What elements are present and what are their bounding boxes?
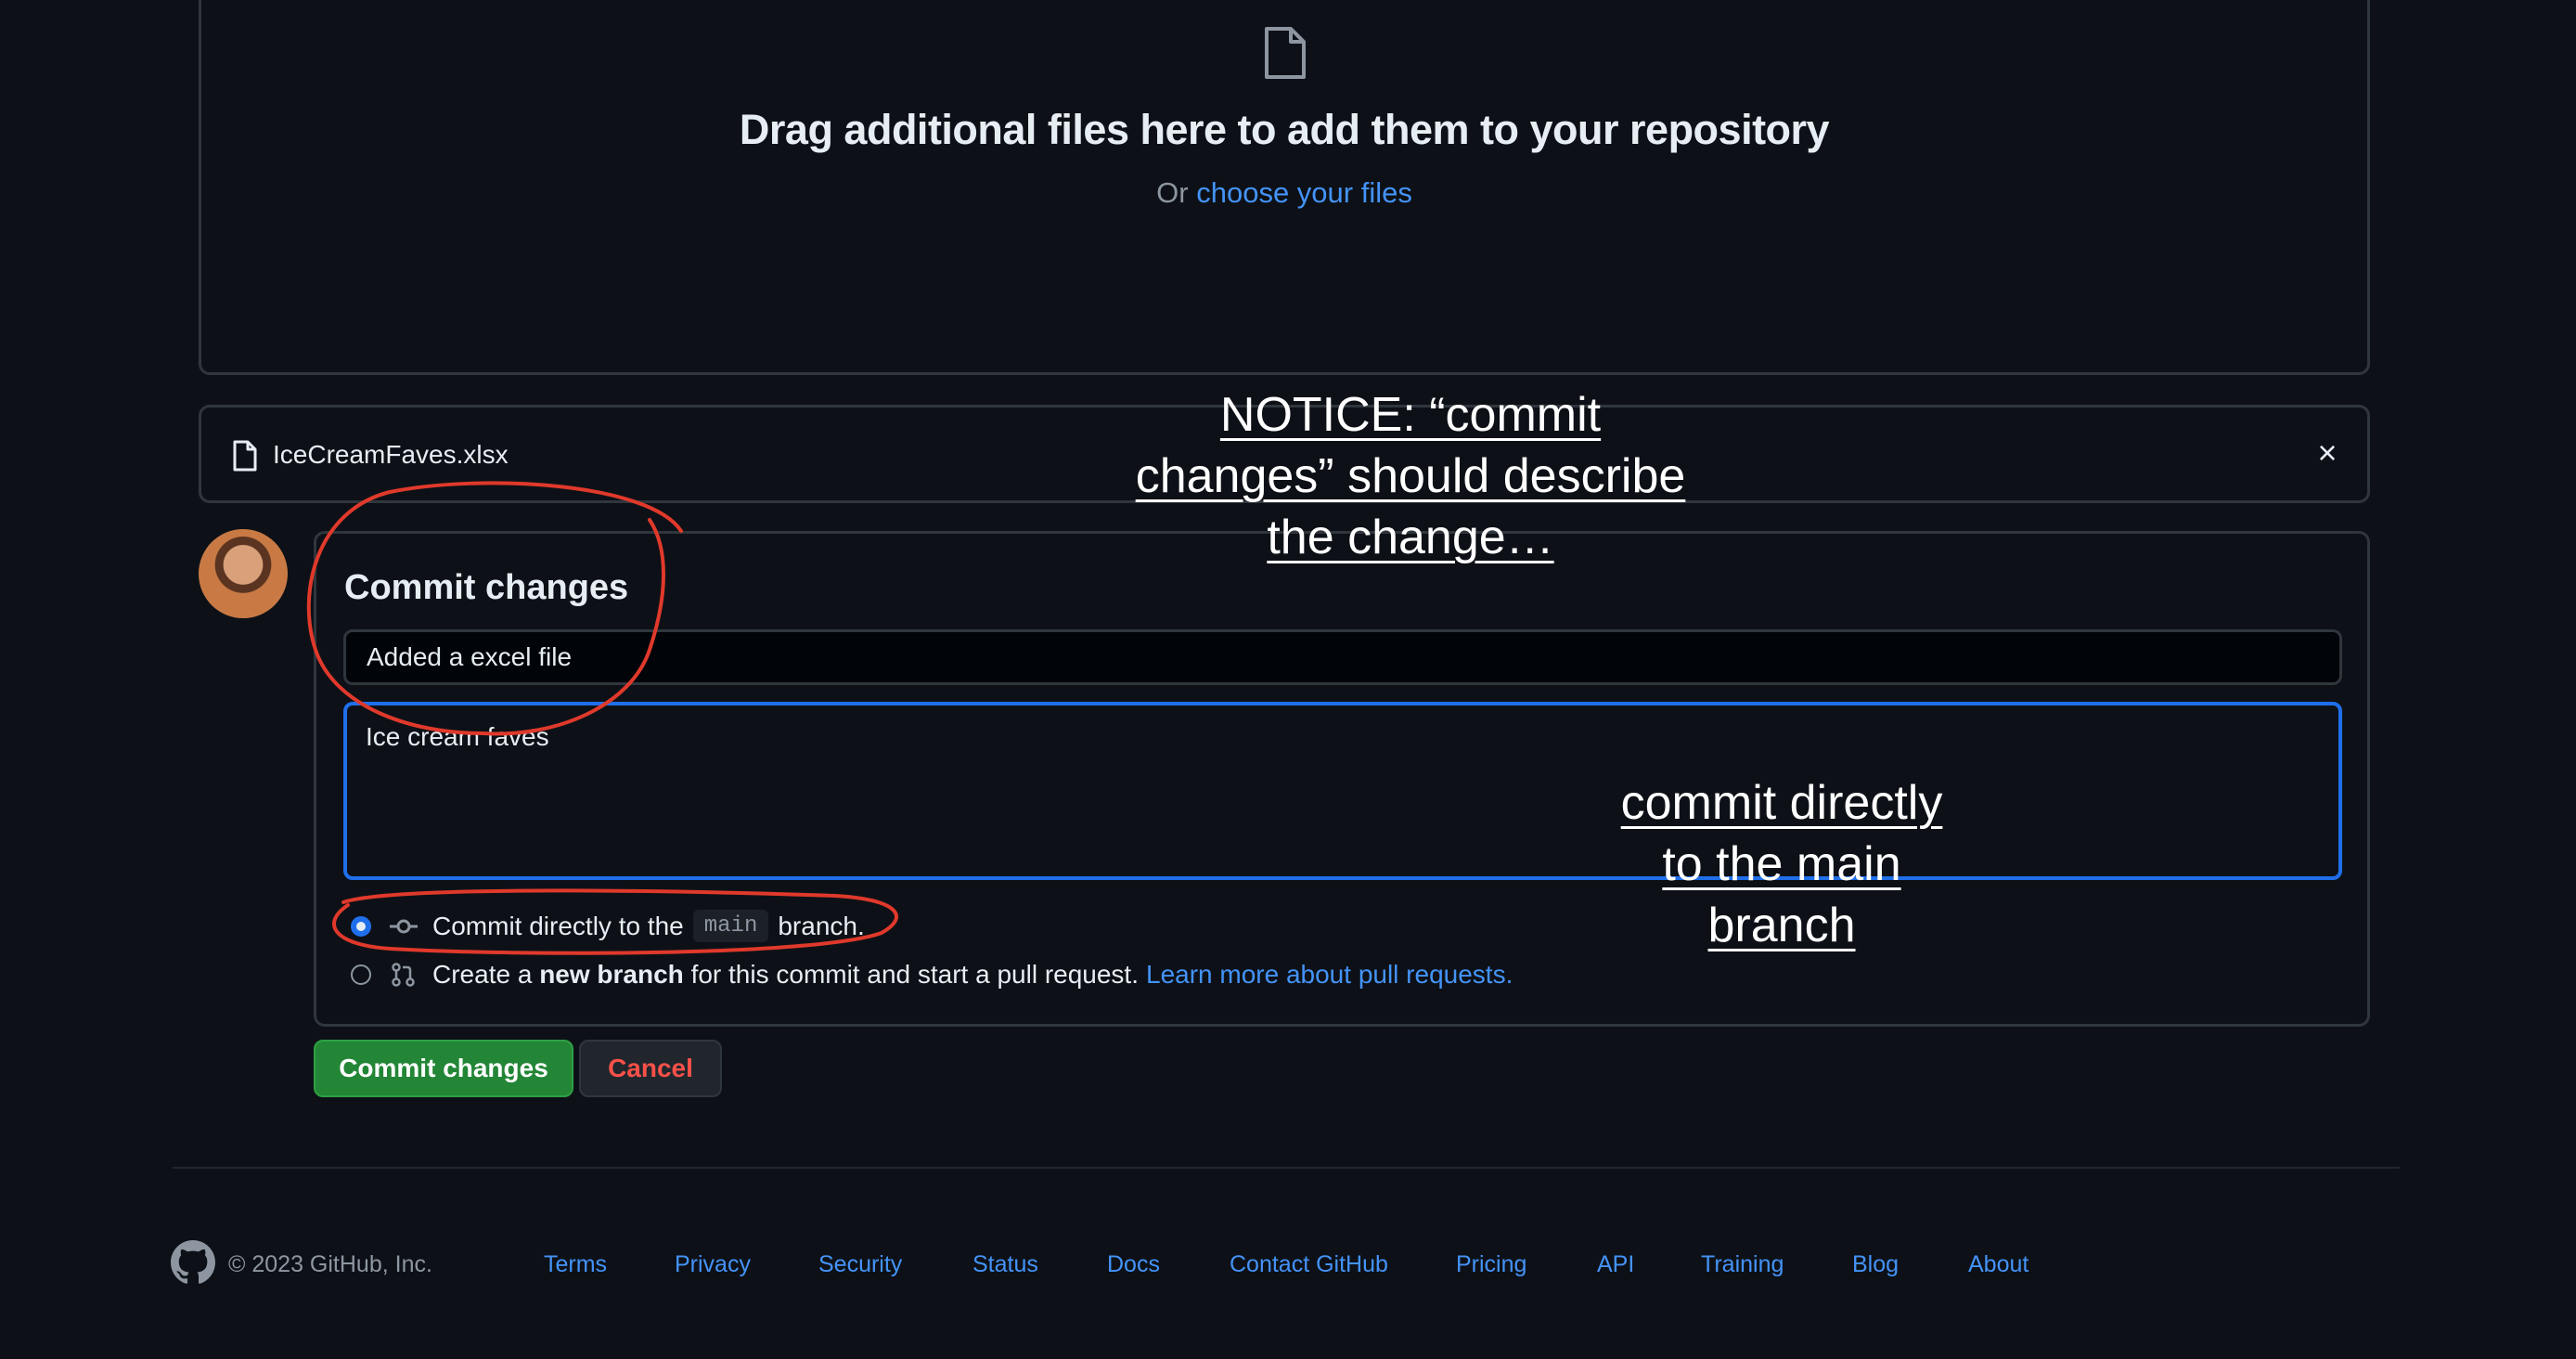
- commit-direct-label-prefix: Commit directly to the: [432, 911, 684, 940]
- commit-direct-radio[interactable]: [351, 915, 371, 937]
- footer-link-api[interactable]: API: [1597, 1251, 1634, 1278]
- footer-link-training[interactable]: Training: [1701, 1251, 1784, 1278]
- footer-link-status[interactable]: Status: [972, 1251, 1038, 1278]
- new-branch-label-suffix: for this commit and start a pull request…: [690, 960, 1139, 989]
- git-commit-icon: [390, 919, 418, 933]
- commit-direct-label-suffix: branch.: [778, 911, 865, 940]
- footer-copyright: © 2023 GitHub, Inc.: [228, 1251, 432, 1277]
- file-icon: [233, 440, 257, 472]
- avatar: [199, 529, 288, 618]
- github-logo-icon[interactable]: [171, 1240, 215, 1285]
- learn-more-pull-requests-link[interactable]: Learn more about pull requests.: [1146, 960, 1513, 990]
- uploaded-file-name: IceCreamFaves.xlsx: [273, 440, 509, 469]
- annotation-note-line: changes” should describe: [1135, 449, 1686, 503]
- footer-link-contact-github[interactable]: Contact GitHub: [1230, 1251, 1388, 1278]
- footer-divider: [173, 1167, 2400, 1169]
- new-branch-option[interactable]: Create a new branch for this commit and …: [351, 960, 1513, 990]
- footer-link-pricing[interactable]: Pricing: [1456, 1251, 1526, 1278]
- choose-files-link[interactable]: choose your files: [1196, 176, 1412, 209]
- cancel-button[interactable]: Cancel: [579, 1040, 722, 1097]
- commit-direct-option[interactable]: Commit directly to the main branch.: [351, 910, 865, 942]
- drop-zone-title: Drag additional files here to add them t…: [739, 106, 1830, 153]
- footer-link-blog[interactable]: Blog: [1852, 1251, 1899, 1278]
- annotation-note-commit-directly: commit directly to the main branch: [1559, 772, 2004, 956]
- new-branch-radio[interactable]: [351, 964, 371, 985]
- commit-changes-button[interactable]: Commit changes: [314, 1040, 573, 1097]
- new-branch-label-bold: new branch: [539, 960, 684, 989]
- commit-changes-heading: Commit changes: [344, 568, 629, 607]
- footer-link-about[interactable]: About: [1968, 1251, 2029, 1278]
- footer-link-terms[interactable]: Terms: [544, 1251, 607, 1278]
- annotation-note-line: commit directly: [1620, 776, 1943, 830]
- file-icon: [1265, 27, 1306, 79]
- git-pull-request-icon: [392, 963, 415, 987]
- commit-description-textarea[interactable]: Ice cream faves: [343, 702, 2342, 880]
- remove-file-close-icon[interactable]: ×: [2307, 433, 2348, 473]
- footer-link-docs[interactable]: Docs: [1107, 1251, 1160, 1278]
- annotation-note-commit-message: NOTICE: “commit changes” should describe…: [1076, 384, 1745, 568]
- annotation-note-line: NOTICE: “commit: [1219, 388, 1602, 442]
- new-branch-label-prefix: Create a: [432, 960, 533, 989]
- branch-name-badge: main: [692, 910, 769, 942]
- footer-link-security[interactable]: Security: [818, 1251, 902, 1278]
- drop-zone-subtitle: Or choose your files: [199, 176, 2370, 210]
- commit-summary-input[interactable]: [343, 629, 2342, 685]
- annotation-note-line: the change…: [1267, 511, 1554, 564]
- footer-link-privacy[interactable]: Privacy: [675, 1251, 751, 1278]
- annotation-note-line: to the main: [1662, 837, 1901, 891]
- drop-zone-or-label: Or: [1156, 176, 1189, 209]
- annotation-note-line: branch: [1707, 899, 1856, 952]
